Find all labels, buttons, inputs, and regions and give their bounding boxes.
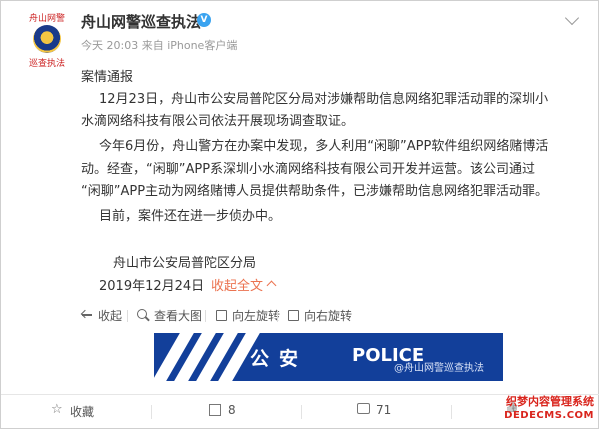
- favorite-label: 收藏: [70, 405, 95, 419]
- rotate-right-label: 向右旋转: [304, 309, 353, 323]
- rotate-right-icon: [287, 309, 299, 321]
- share-button[interactable]: 8: [209, 403, 236, 417]
- favorite-button[interactable]: 收藏: [51, 402, 95, 420]
- comment-icon: [357, 403, 370, 415]
- rotate-right-button[interactable]: 向右旋转: [287, 305, 352, 327]
- divider: [277, 310, 278, 322]
- avatar[interactable]: 舟山网警 巡查执法: [25, 11, 69, 69]
- chevron-down-icon[interactable]: [564, 10, 580, 26]
- post-signature: 舟山市公安局普陀区分局: [113, 256, 257, 271]
- post-date: 2019年12月24日: [99, 279, 205, 294]
- site-watermark-line1: 织梦内容管理系统: [506, 395, 594, 408]
- rotate-left-button[interactable]: 向左旋转: [215, 305, 280, 327]
- post-text-line: 今年6月份，舟山警方在办案中发现，多人利用“闲聊”APP软件组织网络赌博活: [99, 139, 549, 154]
- username-link[interactable]: 舟山网警巡查执法: [81, 11, 201, 32]
- post-text-line: 动。经查，“闲聊”APP系深圳小水滴网络科技有限公司开发并运营。该公司通过: [81, 162, 536, 177]
- weibo-post-card: 舟山网警 巡查执法 舟山网警巡查执法 V 今天 20:03 来自 iPhone客…: [0, 0, 599, 429]
- divider: [301, 405, 302, 419]
- share-count: 8: [228, 403, 236, 417]
- collapse-image-label: 收起: [98, 309, 123, 323]
- avatar-top-text: 舟山网警: [29, 14, 66, 24]
- post-heading: 案情通报: [81, 70, 134, 85]
- post-text-line: “闲聊”APP主动为网络赌博人员提供帮助条件，已涉嫌帮助信息网络犯罪活动罪。: [81, 184, 549, 199]
- divider: [127, 310, 128, 322]
- post-text-line: 12月23日，舟山市公安局普陀区分局对涉嫌帮助信息网络犯罪活动罪的深圳小: [99, 92, 549, 107]
- avatar-bottom-text: 巡查执法: [28, 59, 65, 69]
- view-large-image-label: 查看大图: [154, 309, 203, 323]
- comment-button[interactable]: 71: [357, 403, 391, 417]
- site-watermark-line2: DEDECMS.COM: [504, 410, 594, 421]
- site-watermark: 织梦内容管理系统 DEDECMS.COM: [491, 391, 599, 429]
- divider: [151, 405, 152, 419]
- chevron-up-icon: [266, 280, 277, 291]
- divider: [451, 405, 452, 419]
- post-text-line: 目前，案件还在进一步侦办中。: [99, 209, 282, 224]
- view-large-image-button[interactable]: 查看大图: [137, 305, 202, 327]
- post-meta: 今天 20:03 来自 iPhone客户端: [81, 39, 238, 52]
- back-arrow-icon: [81, 309, 93, 321]
- collapse-text-link[interactable]: 收起全文: [211, 275, 277, 294]
- post-text-line: 水滴网络科技有限公司依法开展现场调查取证。: [81, 114, 355, 129]
- police-emblem-icon: [33, 25, 61, 53]
- share-icon: [209, 403, 222, 416]
- verified-badge-icon: V: [197, 13, 211, 27]
- rotate-left-icon: [215, 309, 227, 321]
- rotate-left-label: 向左旋转: [232, 309, 281, 323]
- zoom-icon: [137, 309, 149, 321]
- comment-count: 71: [376, 403, 392, 417]
- divider: [205, 310, 206, 322]
- image-watermark: @舟山网警巡查执法: [394, 363, 484, 374]
- collapse-label: 收起全文: [211, 279, 264, 294]
- banner-text-cn: 公安: [250, 348, 309, 370]
- police-banner-image[interactable]: 公安 POLICE @舟山网警巡查执法: [154, 333, 503, 381]
- star-icon: [51, 402, 64, 417]
- image-toolbar: 收起 查看大图 向左旋转 向右旋转: [81, 305, 577, 329]
- collapse-image-button[interactable]: 收起: [81, 305, 122, 327]
